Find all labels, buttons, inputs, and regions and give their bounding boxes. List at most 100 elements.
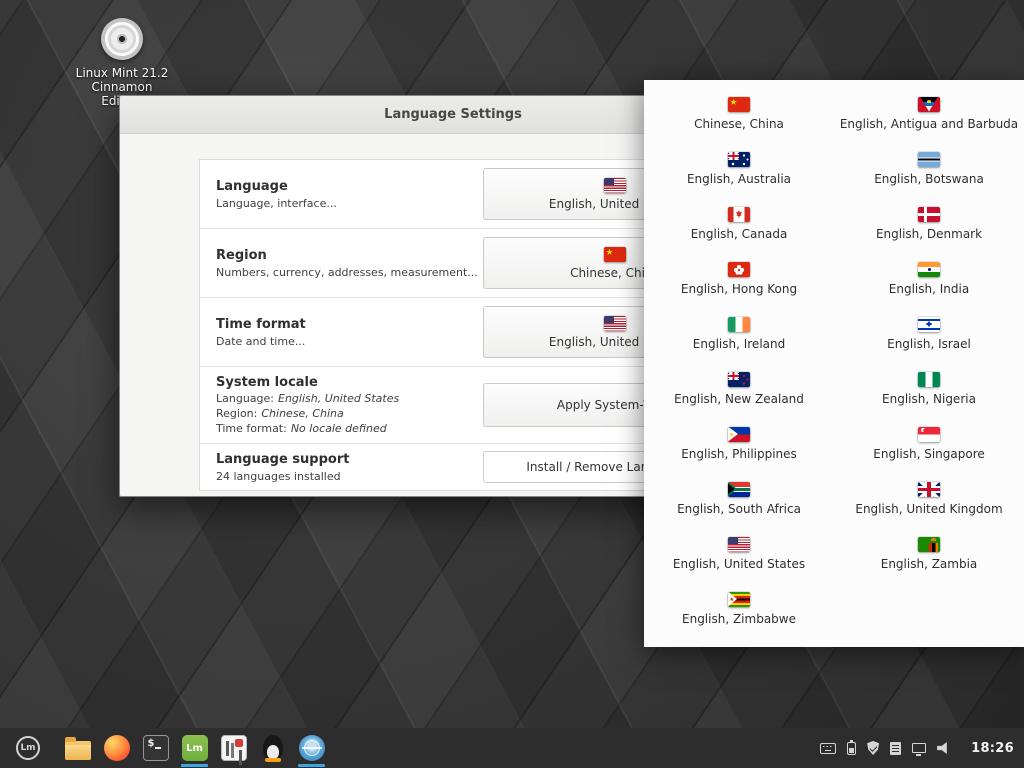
language-option-label: English, Antigua and Barbuda: [840, 117, 1018, 131]
flag-ag-icon: [918, 97, 940, 112]
language-option-label: English, Zimbabwe: [682, 612, 796, 626]
flag-ng-icon: [918, 372, 940, 387]
row-title: Language: [216, 179, 337, 194]
flag-icon: [604, 247, 626, 262]
language-flags-icon: [299, 735, 325, 761]
language-option-label: English, South Africa: [677, 502, 801, 516]
language-option[interactable]: English, Ireland: [644, 306, 834, 361]
flag-bw-icon: [918, 152, 940, 167]
language-option[interactable]: English, Israel: [834, 306, 1024, 361]
language-option-label: English, United States: [673, 557, 805, 571]
battery-icon[interactable]: [847, 742, 856, 755]
language-option[interactable]: English, United States: [644, 526, 834, 581]
taskbar-language-chooser-button[interactable]: [292, 729, 331, 767]
language-option-label: English, Botswana: [874, 172, 984, 186]
flag-cn-icon: [728, 97, 750, 112]
language-option-label: English, India: [889, 282, 969, 296]
language-option[interactable]: English, Nigeria: [834, 361, 1024, 416]
language-option-label: English, Singapore: [873, 447, 985, 461]
flag-sg-icon: [918, 427, 940, 442]
language-option[interactable]: English, Denmark: [834, 196, 1024, 251]
mint-menu-button[interactable]: Lm: [10, 730, 46, 766]
network-icon[interactable]: [912, 743, 926, 753]
language-option-label: English, Australia: [687, 172, 791, 186]
mint-languages-icon: Lm: [182, 735, 208, 761]
row-title: Region: [216, 248, 478, 263]
taskbar-terminal-button[interactable]: $: [136, 729, 175, 767]
row-title: Time format: [216, 317, 306, 332]
flag-in-icon: [918, 262, 940, 277]
flag-icon: [604, 178, 626, 193]
firefox-icon: [104, 735, 130, 761]
row-title: System locale: [216, 375, 399, 390]
volume-icon[interactable]: [937, 742, 950, 754]
language-option-label: English, Philippines: [681, 447, 797, 461]
language-option[interactable]: English, South Africa: [644, 471, 834, 526]
language-option-label: English, Ireland: [693, 337, 785, 351]
language-option-label: Chinese, China: [694, 117, 784, 131]
system-tray: 18:26: [820, 741, 1014, 756]
language-option[interactable]: English, Australia: [644, 141, 834, 196]
language-option-label: English, New Zealand: [674, 392, 804, 406]
mint-logo-icon: Lm: [16, 736, 40, 760]
flag-dk-icon: [918, 207, 940, 222]
flag-ca-icon: [728, 207, 750, 222]
taskbar-input-method-button[interactable]: [214, 729, 253, 767]
taskbar-files-button[interactable]: [58, 729, 97, 767]
locale-detail-region: Region:Chinese, China: [216, 407, 399, 420]
shield-icon[interactable]: [867, 741, 879, 755]
flag-za-icon: [728, 482, 750, 497]
disc-icon: [101, 18, 143, 60]
language-option-label: English, Canada: [691, 227, 788, 241]
row-subtitle: 24 languages installed: [216, 470, 349, 483]
language-option-label: English, Denmark: [876, 227, 982, 241]
taskbar-firefox-button[interactable]: [97, 729, 136, 767]
keyboard-layout-icon[interactable]: [820, 743, 836, 754]
files-icon: [65, 741, 91, 760]
flag-icon: [604, 316, 626, 331]
taskbar-tux-button[interactable]: [253, 729, 292, 767]
language-option-label: English, Zambia: [881, 557, 978, 571]
flag-us-icon: [728, 537, 750, 552]
language-option[interactable]: English, Hong Kong: [644, 251, 834, 306]
flag-gb-icon: [918, 482, 940, 497]
language-option[interactable]: English, India: [834, 251, 1024, 306]
window-title: Language Settings: [384, 107, 522, 122]
flag-zm-icon: [918, 537, 940, 552]
flag-il-icon: [918, 317, 940, 332]
flag-ph-icon: [728, 427, 750, 442]
row-subtitle: Date and time...: [216, 335, 306, 348]
language-option-label: English, United Kingdom: [855, 502, 1002, 516]
language-option[interactable]: English, New Zealand: [644, 361, 834, 416]
taskbar: Lm $ Lm: [0, 728, 1024, 768]
tux-icon: [263, 735, 283, 761]
row-subtitle: Language, interface...: [216, 197, 337, 210]
language-option[interactable]: English, Singapore: [834, 416, 1024, 471]
row-subtitle: Numbers, currency, addresses, measuremen…: [216, 266, 478, 279]
flag-zw-icon: [728, 592, 750, 607]
language-option[interactable]: English, Zimbabwe: [644, 581, 834, 636]
flag-nz-icon: [728, 372, 750, 387]
clock[interactable]: 18:26: [971, 741, 1014, 756]
language-option[interactable]: English, United Kingdom: [834, 471, 1024, 526]
desktop: Linux Mint 21.2 Cinnamon Edition Languag…: [0, 0, 1024, 768]
language-option[interactable]: English, Antigua and Barbuda: [834, 86, 1024, 141]
row-title: Language support: [216, 452, 349, 467]
notes-icon[interactable]: [890, 742, 901, 755]
language-picker-popup: Chinese, China English, Antigua and Barb…: [644, 80, 1024, 647]
language-option[interactable]: English, Zambia: [834, 526, 1024, 581]
language-option[interactable]: Chinese, China: [644, 86, 834, 141]
language-option[interactable]: English, Canada: [644, 196, 834, 251]
flag-au-icon: [728, 152, 750, 167]
flag-hk-icon: [728, 262, 750, 277]
flag-ie-icon: [728, 317, 750, 332]
language-option[interactable]: English, Botswana: [834, 141, 1024, 196]
locale-detail-language: Language:English, United States: [216, 392, 399, 405]
language-option[interactable]: English, Philippines: [644, 416, 834, 471]
language-option-label: English, Nigeria: [882, 392, 976, 406]
terminal-icon: $: [143, 735, 169, 761]
taskbar-language-settings-button[interactable]: Lm: [175, 729, 214, 767]
language-option-label: English, Israel: [887, 337, 971, 351]
input-method-icon: [221, 735, 247, 761]
locale-detail-time-format: Time format:No locale defined: [216, 422, 399, 435]
